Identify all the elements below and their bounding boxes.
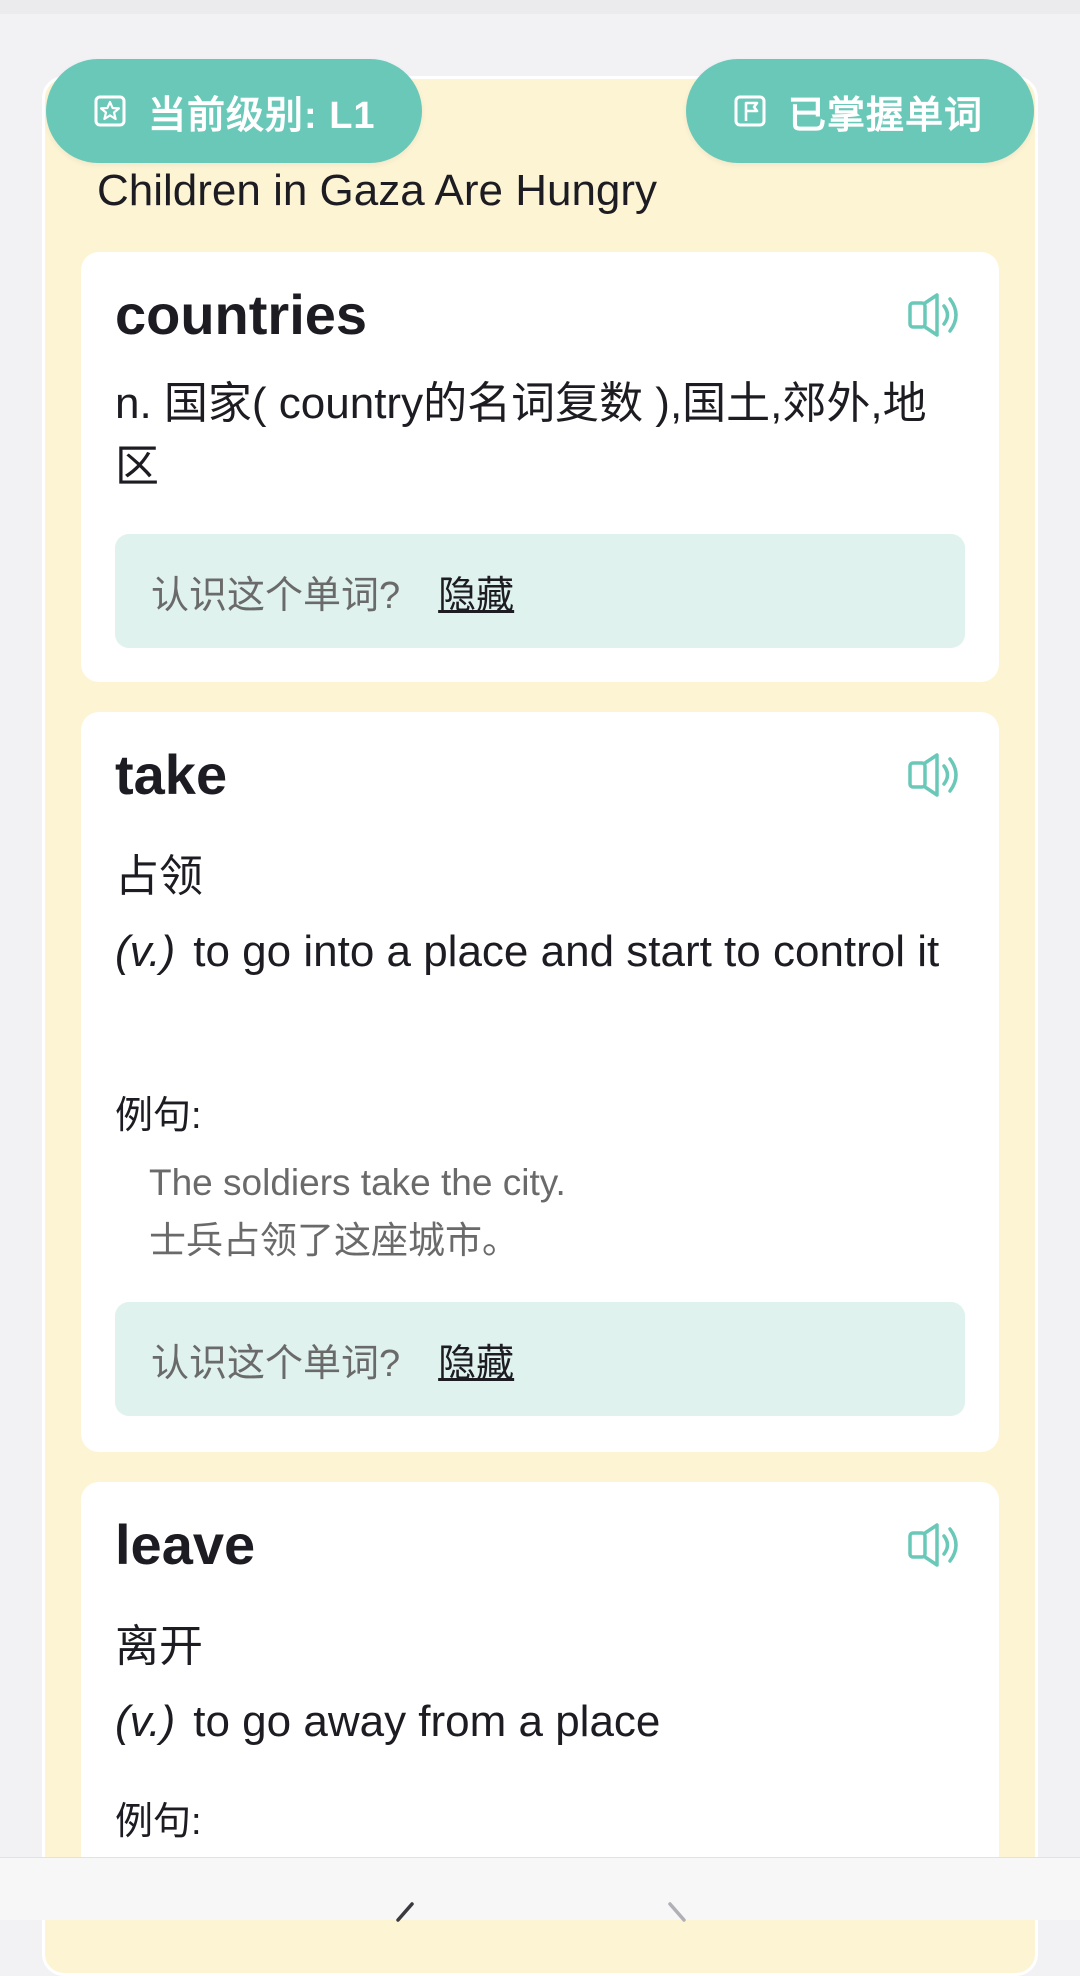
browser-bottom-bar xyxy=(0,1857,1080,1922)
know-word-prompt: 认识这个单词? xyxy=(151,574,401,617)
example-chinese: 士兵占领了这座城市。 xyxy=(149,1220,519,1261)
example-english: The soldiers take the city. xyxy=(149,1162,566,1203)
example-label: 例句: xyxy=(115,1801,202,1843)
speaker-icon[interactable] xyxy=(907,290,961,340)
speaker-icon[interactable] xyxy=(907,750,961,800)
speaker-icon[interactable] xyxy=(907,1520,961,1570)
word-english-definition: (v.) to go away from a place xyxy=(115,1690,965,1753)
word-headword: take xyxy=(115,743,228,806)
word-headword: countries xyxy=(115,283,368,346)
know-word-prompt: 认识这个单词? xyxy=(151,1342,401,1385)
word-chinese-meaning: 占领 xyxy=(115,852,203,901)
english-definition-text: to go into a place and start to control … xyxy=(193,927,940,976)
hide-word-link[interactable]: 隐藏 xyxy=(438,1332,514,1387)
word-card: leave 离开 (v.) to go away from a place 例句: xyxy=(81,1482,999,1919)
bookmark-flag-icon xyxy=(734,95,766,127)
example-sentence: The soldiers take the city. 士兵占领了这座城市。 xyxy=(149,1154,566,1270)
status-strip xyxy=(0,0,1080,14)
word-card: take 占领 (v.) to go into a place and start… xyxy=(81,712,999,1452)
chevron-right-icon[interactable] xyxy=(664,1900,694,1930)
word-english-definition: (v.) to go into a place and start to cont… xyxy=(115,920,965,983)
star-badge-icon xyxy=(94,95,126,127)
part-of-speech: (v.) xyxy=(115,1697,176,1746)
english-definition-text: to go away from a place xyxy=(193,1697,661,1746)
word-chinese-meaning: 离开 xyxy=(115,1622,203,1671)
known-words-label: 已掌握单词 xyxy=(788,94,984,137)
part-of-speech: (v.) xyxy=(115,927,176,976)
word-headword: leave xyxy=(115,1513,256,1576)
word-card: countries n. 国家( country的名词复数 ),国土,郊外,地区… xyxy=(81,252,999,682)
know-word-bar: 认识这个单词? 隐藏 xyxy=(115,534,965,648)
current-level-button[interactable]: 当前级别: L1 xyxy=(46,59,422,163)
hide-word-link[interactable]: 隐藏 xyxy=(438,564,514,619)
current-level-label: 当前级别: L1 xyxy=(148,94,376,137)
know-word-bar: 认识这个单词? 隐藏 xyxy=(115,1302,965,1416)
known-words-button[interactable]: 已掌握单词 xyxy=(686,59,1034,163)
article-title: Children in Gaza Are Hungry xyxy=(97,166,658,215)
word-definition: n. 国家( country的名词复数 ),国土,郊外,地区 xyxy=(115,379,927,491)
chevron-left-icon[interactable] xyxy=(388,1900,418,1930)
example-label: 例句: xyxy=(115,1095,202,1137)
